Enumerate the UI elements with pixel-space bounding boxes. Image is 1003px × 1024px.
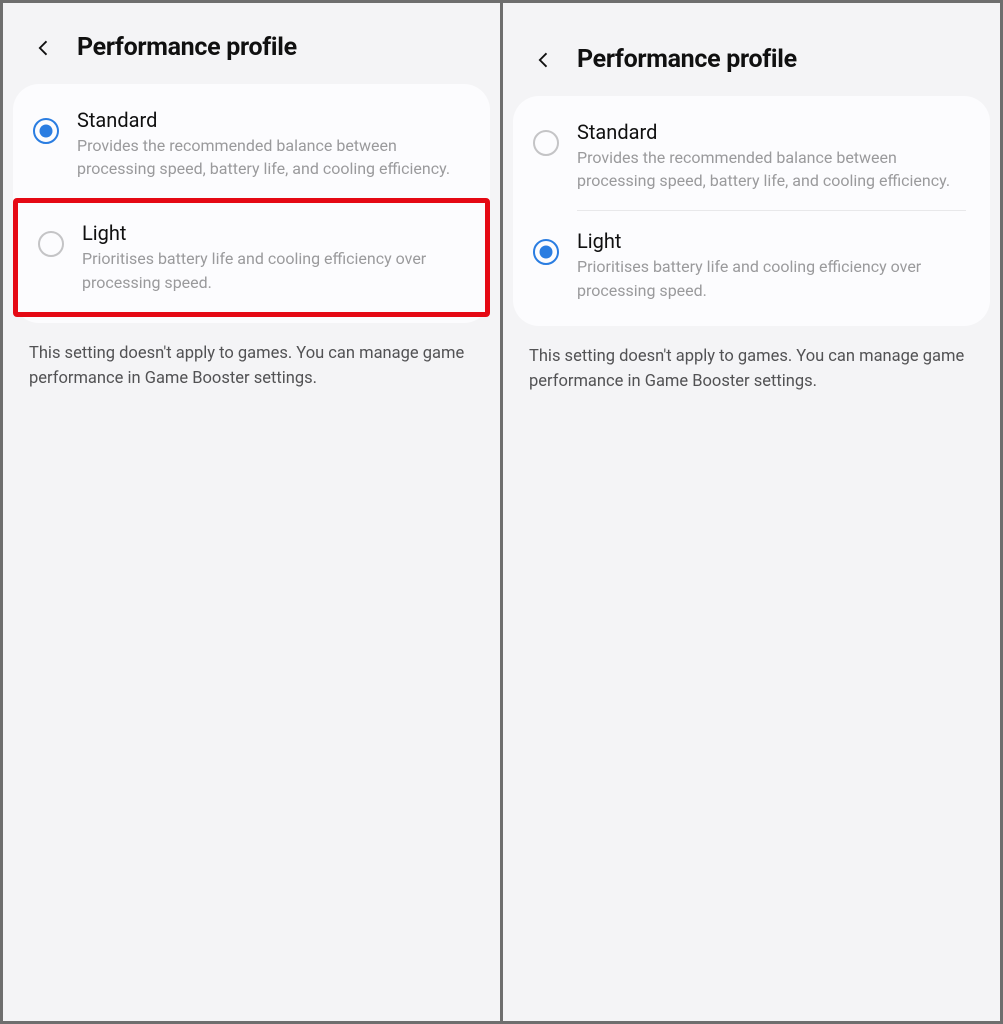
option-standard[interactable]: Standard Provides the recommended balanc… [513,102,990,210]
option-standard-title: Standard [577,120,968,144]
option-standard-title: Standard [77,108,468,132]
option-standard-text: Standard Provides the recommended balanc… [77,108,468,180]
radio-light[interactable] [533,239,559,265]
option-standard[interactable]: Standard Provides the recommended balanc… [13,90,490,198]
option-standard-desc: Provides the recommended balance between… [77,134,468,180]
back-icon[interactable] [33,37,55,59]
options-card: Standard Provides the recommended balanc… [513,96,990,326]
screen-left: Performance profile Standard Provides th… [3,3,500,1021]
option-light-text: Light Prioritises battery life and cooli… [577,229,968,301]
back-icon[interactable] [533,49,555,71]
page-title: Performance profile [77,33,297,62]
page-title: Performance profile [577,45,797,74]
radio-light[interactable] [38,231,64,257]
options-card: Standard Provides the recommended balanc… [13,84,490,323]
radio-standard[interactable] [33,118,59,144]
footnote: This setting doesn't apply to games. You… [503,326,1000,395]
screen-right: Performance profile Standard Provides th… [503,3,1000,1021]
option-light-title: Light [82,221,463,245]
option-light-desc: Prioritises battery life and cooling eff… [82,247,463,293]
header: Performance profile [503,45,1000,96]
option-light-desc: Prioritises battery life and cooling eff… [577,255,968,301]
option-light-text: Light Prioritises battery life and cooli… [82,221,463,293]
header: Performance profile [3,33,500,84]
option-standard-desc: Provides the recommended balance between… [577,146,968,192]
option-light[interactable]: Light Prioritises battery life and cooli… [13,198,490,316]
option-standard-text: Standard Provides the recommended balanc… [577,120,968,192]
radio-standard[interactable] [533,130,559,156]
option-light[interactable]: Light Prioritises battery life and cooli… [513,211,990,319]
option-light-title: Light [577,229,968,253]
footnote: This setting doesn't apply to games. You… [3,323,500,392]
